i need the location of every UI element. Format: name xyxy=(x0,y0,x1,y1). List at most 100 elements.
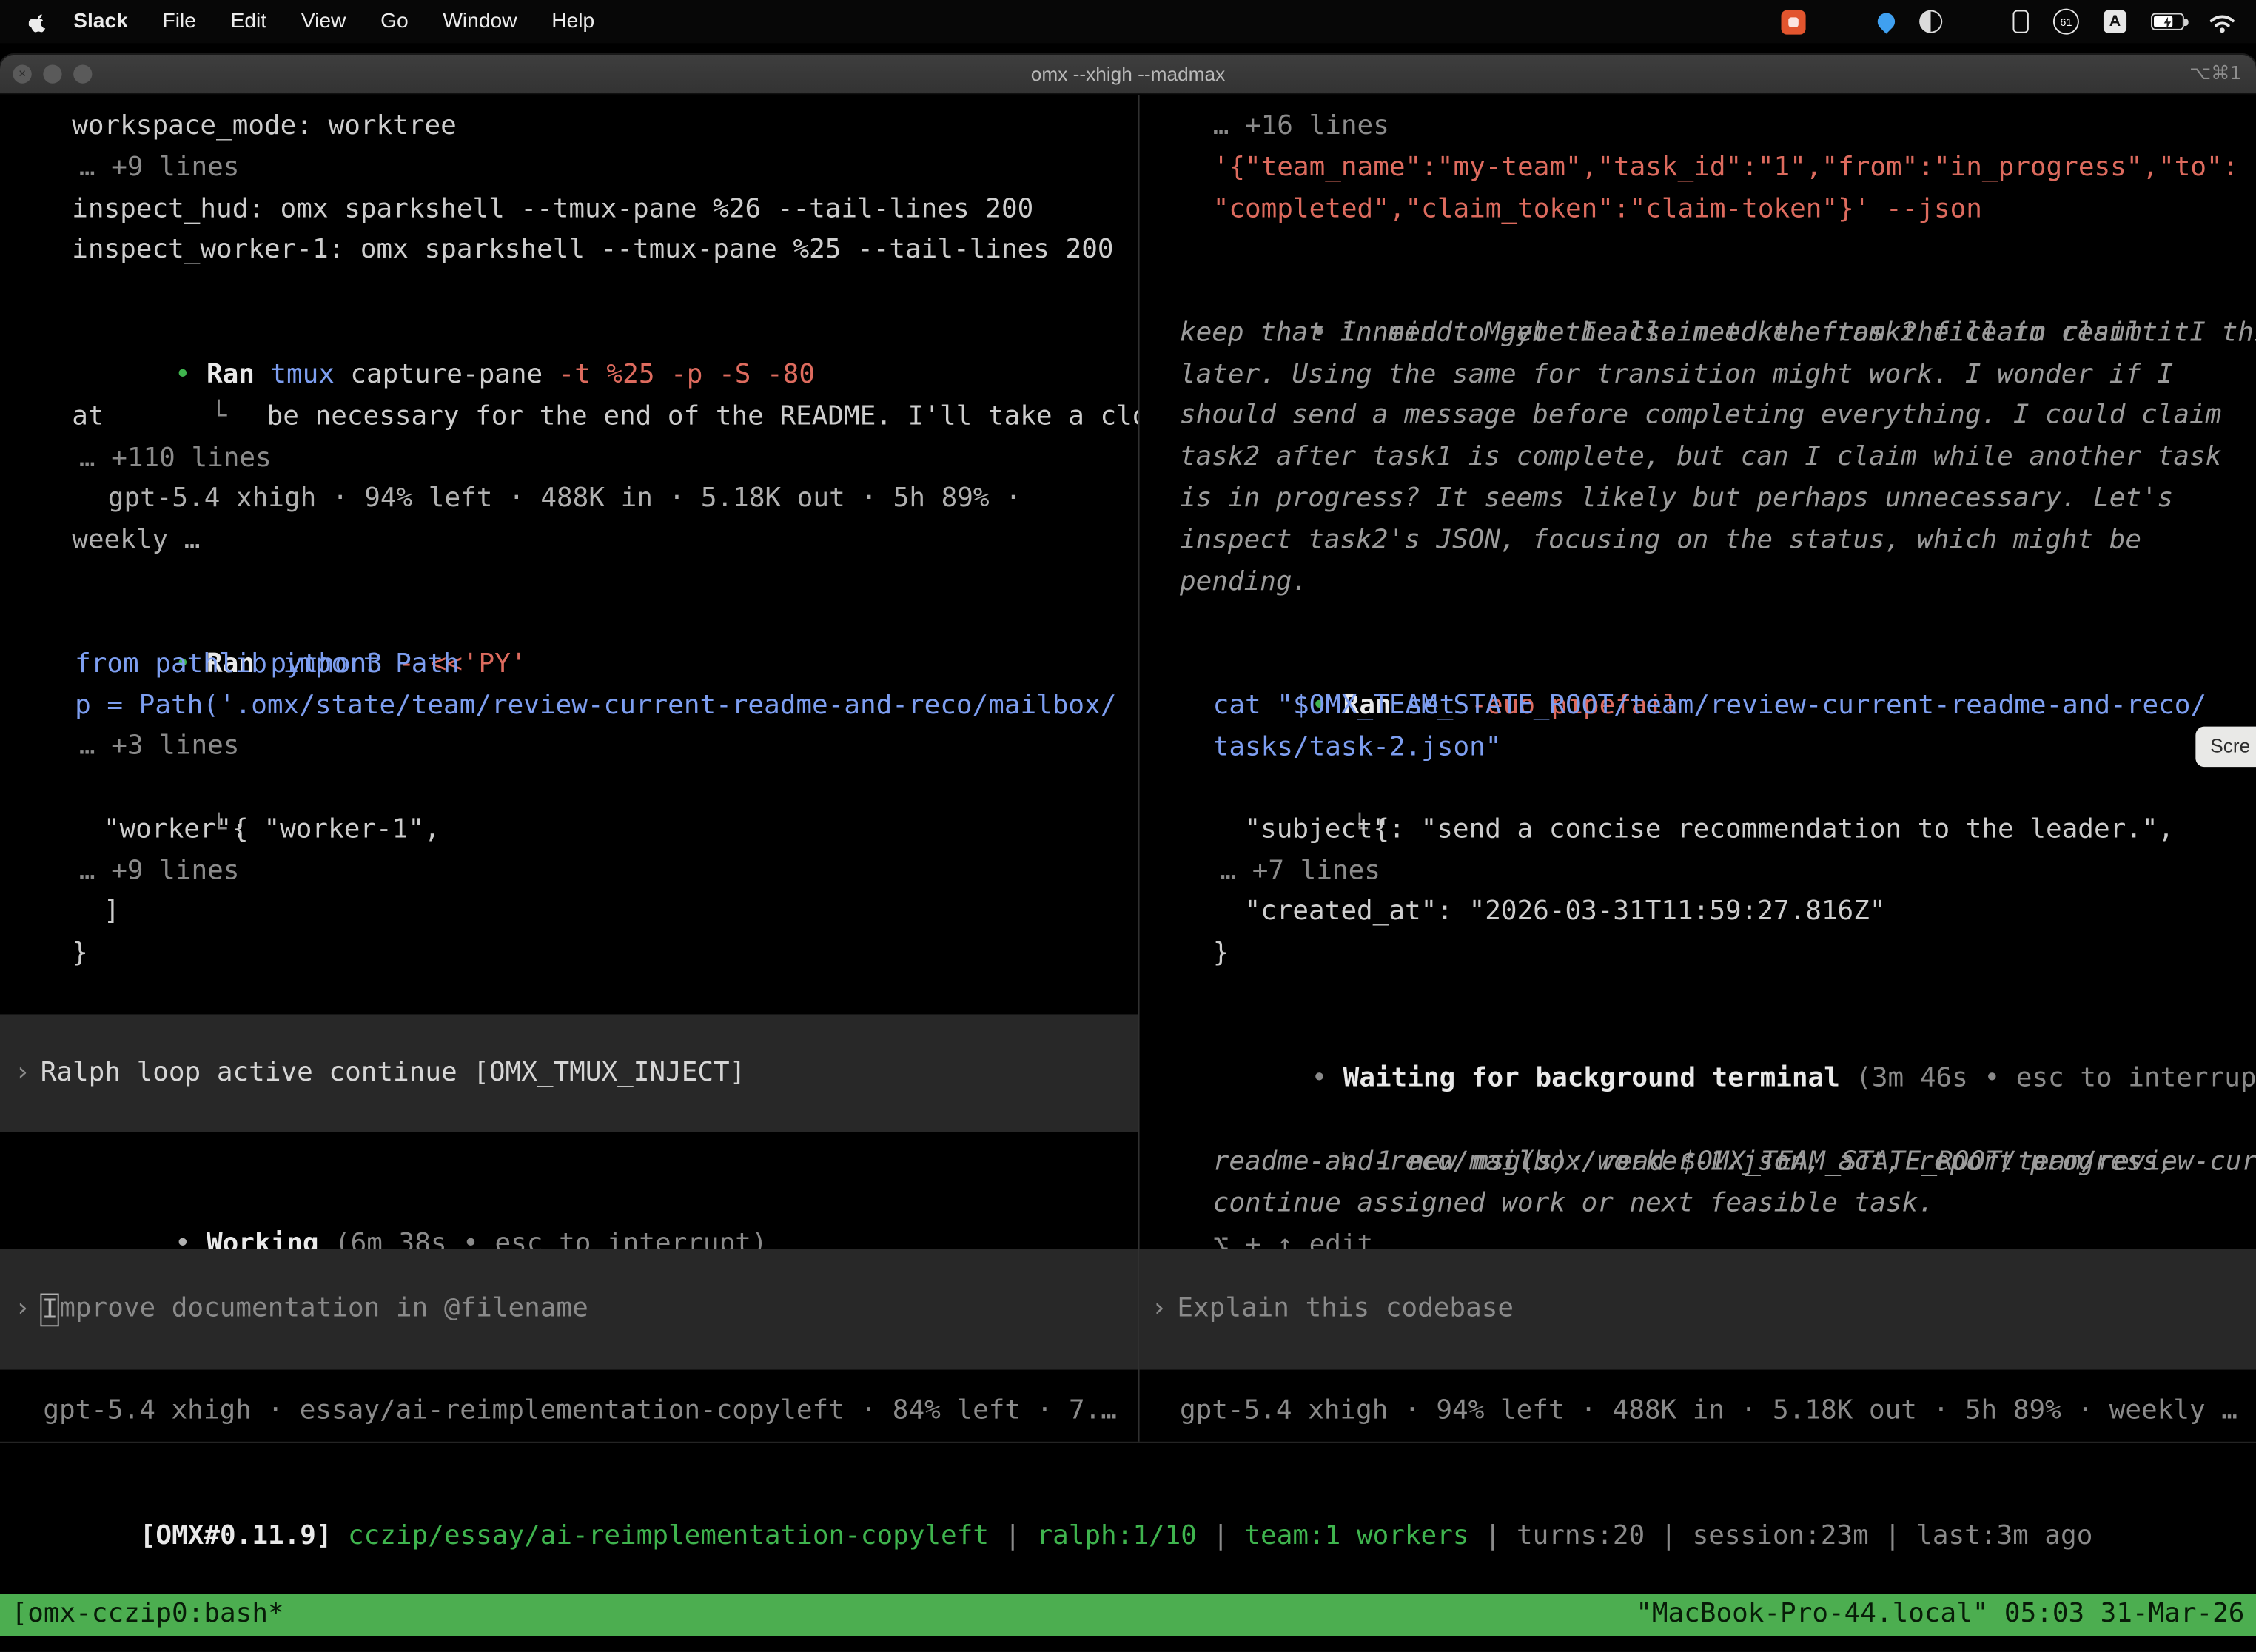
droplet-icon[interactable] xyxy=(1877,13,1894,30)
gauge-badge-icon[interactable]: 61 xyxy=(2053,9,2079,35)
dots-grid-icon[interactable] xyxy=(1966,10,1988,33)
output-text: be necessary for the end of the README. … xyxy=(267,401,1138,432)
menu-window[interactable]: Window xyxy=(426,0,534,43)
inject-message-text: Ralph loop active continue [OMX_TMUX_INJ… xyxy=(41,1052,746,1094)
menu-edit[interactable]: Edit xyxy=(213,0,283,43)
placeholder-text: mprove documentation in @filename xyxy=(59,1289,588,1330)
charging-bolt-icon xyxy=(2163,16,2173,29)
separator: | xyxy=(1004,1520,1021,1551)
more-lines-label: … +9 lines xyxy=(79,852,240,893)
menu-help[interactable]: Help xyxy=(534,0,612,43)
command-body-line: from pathlib import Path xyxy=(75,645,460,686)
command-body-line: '{"team_name":"my-team","task_id":"1","f… xyxy=(1213,148,2239,189)
last-activity: last:3m ago xyxy=(1916,1520,2092,1551)
apple-menu[interactable] xyxy=(29,10,47,33)
output-line: ] xyxy=(104,892,120,933)
output-line: "subject": "send a concise recommendatio… xyxy=(1244,810,2174,851)
tmux-right-status: "MacBook-Pro-44.local"05:0331-Mar-26 xyxy=(1636,1594,2244,1636)
bullet-icon: • xyxy=(1312,1063,1328,1093)
active-app-name[interactable]: Slack xyxy=(56,0,145,43)
wifi-icon[interactable] xyxy=(2209,11,2236,33)
prompt-input-right[interactable]: ›Explain this codebase xyxy=(1140,1249,2256,1369)
output-line: gpt-5.4 xhigh · 94% left · 488K in · 5.1… xyxy=(108,479,1021,520)
more-lines-label: … +7 lines xyxy=(1220,852,1380,893)
omx-status-line: [OMX#0.11.9] cczip/essay/ai-reimplementat… xyxy=(12,1474,2093,1599)
command-body-line: "completed","claim_token":"claim-token"}… xyxy=(1213,190,1982,232)
session-duration: session:23m xyxy=(1693,1520,1869,1551)
thinking-line: is in progress? It seems likely but perh… xyxy=(1180,479,2173,520)
more-lines-label: … +16 lines xyxy=(1213,107,1389,148)
horizontal-divider xyxy=(0,1442,2256,1443)
screen-tooltip: Scre xyxy=(2196,727,2256,767)
close-button[interactable]: × xyxy=(13,64,31,83)
thinking-line: later. Using the same for transition mig… xyxy=(1180,355,2173,397)
model-status-line: gpt-5.4 xhigh · essay/ai-reimplementatio… xyxy=(43,1391,1117,1433)
contrast-circle-icon[interactable] xyxy=(1918,10,1941,33)
thinking-line: pending. xyxy=(1180,563,1308,604)
screen-recording-icon[interactable] xyxy=(1781,10,1805,34)
output-line: weekly … xyxy=(72,521,200,563)
device-icon[interactable] xyxy=(2012,10,2028,33)
ralph-counter: ralph:1/10 xyxy=(1036,1520,1197,1551)
turns-counter: turns:20 xyxy=(1517,1520,1645,1551)
pane-divider[interactable] xyxy=(1138,95,1140,1441)
output-line: at xyxy=(72,397,104,439)
input-source-icon[interactable]: A xyxy=(2104,10,2126,33)
window-shortcut-hint: ⌥⌘1 xyxy=(2189,64,2241,85)
prompt-icon: › xyxy=(1151,1289,1167,1330)
prompt-icon: › xyxy=(14,1289,30,1330)
menu-bar: Slack File Edit View Go Window Help 61 A xyxy=(0,0,2256,43)
minimize-button[interactable] xyxy=(43,64,61,83)
thinking-line: inspect task2's JSON, focusing on the st… xyxy=(1180,521,2141,563)
separator: | xyxy=(1212,1520,1229,1551)
command-body-line: p = Path('.omx/state/team/review-current… xyxy=(75,686,1116,728)
tmux-status-bar[interactable]: [omx-cczip0:bash* "MacBook-Pro-44.local"… xyxy=(0,1594,2256,1636)
menu-bar-status-icons: 61 A xyxy=(1781,0,2236,43)
terminal-content: workspace_mode: worktree … +9 lines insp… xyxy=(0,95,2256,1651)
output-line: } xyxy=(72,934,88,976)
window-tiling-icon[interactable] xyxy=(1830,10,1853,33)
apple-icon xyxy=(29,10,47,33)
more-lines-label: … +110 lines xyxy=(79,439,272,480)
date: 31-Mar-26 xyxy=(2101,1599,2245,1629)
command-body-line: cat "$OMX_TEAM_STATE_ROOT/team/review-cu… xyxy=(1213,686,2206,728)
repo-path: cczip/essay/ai-reimplementation-copyleft xyxy=(348,1520,989,1551)
separator: | xyxy=(1661,1520,1677,1551)
model-status-line: gpt-5.4 xhigh · 94% left · 488K in · 5.1… xyxy=(1180,1391,2237,1433)
terminal-window: × omx --xhigh --madmax ⌥⌘1 workspace_mod… xyxy=(0,55,2256,1652)
notify-line: continue assigned work or next feasible … xyxy=(1213,1184,1934,1226)
thinking-line: task2 after task1 is complete, but can I… xyxy=(1180,437,2221,479)
clock: 05:03 xyxy=(2004,1599,2084,1629)
zoom-button[interactable] xyxy=(73,64,92,83)
output-line: "created_at": "2026-03-31T11:59:27.816Z" xyxy=(1244,892,1885,933)
tmux-pane-left[interactable]: workspace_mode: worktree … +9 lines insp… xyxy=(0,95,1138,1441)
battery-icon[interactable] xyxy=(2151,13,2184,30)
inject-message-box[interactable]: › Ralph loop active continue [OMX_TMUX_IN… xyxy=(0,1014,1138,1132)
screen: Slack File Edit View Go Window Help 61 A xyxy=(0,0,2256,1652)
output-line: workspace_mode: worktree xyxy=(72,107,457,148)
prompt-input-left[interactable]: ›Improve documentation in @filename xyxy=(0,1249,1138,1369)
tmux-pane-right[interactable]: … +16 lines '{"team_name":"my-team","tas… xyxy=(1140,95,2256,1441)
more-lines-label: … +9 lines xyxy=(79,148,240,189)
separator: | xyxy=(1884,1520,1901,1551)
menu-file[interactable]: File xyxy=(145,0,213,43)
more-lines-label: … +3 lines xyxy=(79,727,240,768)
command-body-line: tasks/task-2.json" xyxy=(1213,728,1502,770)
elbow-icon: └ xyxy=(211,401,227,432)
output-line: } xyxy=(1213,934,1229,976)
prompt-icon: › xyxy=(14,1052,30,1094)
waiting-detail: (3m 46s • esc to interrupt) xyxy=(1856,1063,2256,1093)
menu-bar-left: Slack File Edit View Go Window Help xyxy=(0,0,612,43)
window-title: omx --xhigh --madmax xyxy=(1031,64,1225,85)
tmux-session-window: [omx-cczip0:bash* xyxy=(12,1594,284,1636)
menu-go[interactable]: Go xyxy=(363,0,426,43)
placeholder-text: Explain this codebase xyxy=(1177,1289,1514,1330)
thinking-line: should send a message before completing … xyxy=(1180,396,2221,437)
traffic-lights: × xyxy=(13,55,92,93)
window-title-bar[interactable]: × omx --xhigh --madmax ⌥⌘1 xyxy=(0,55,2256,95)
separator: | xyxy=(1485,1520,1501,1551)
team-workers: team:1 workers xyxy=(1244,1520,1468,1551)
omx-version: [OMX#0.11.9] xyxy=(140,1520,332,1551)
output-line: "worker": "worker-1", xyxy=(104,810,440,851)
menu-view[interactable]: View xyxy=(283,0,363,43)
